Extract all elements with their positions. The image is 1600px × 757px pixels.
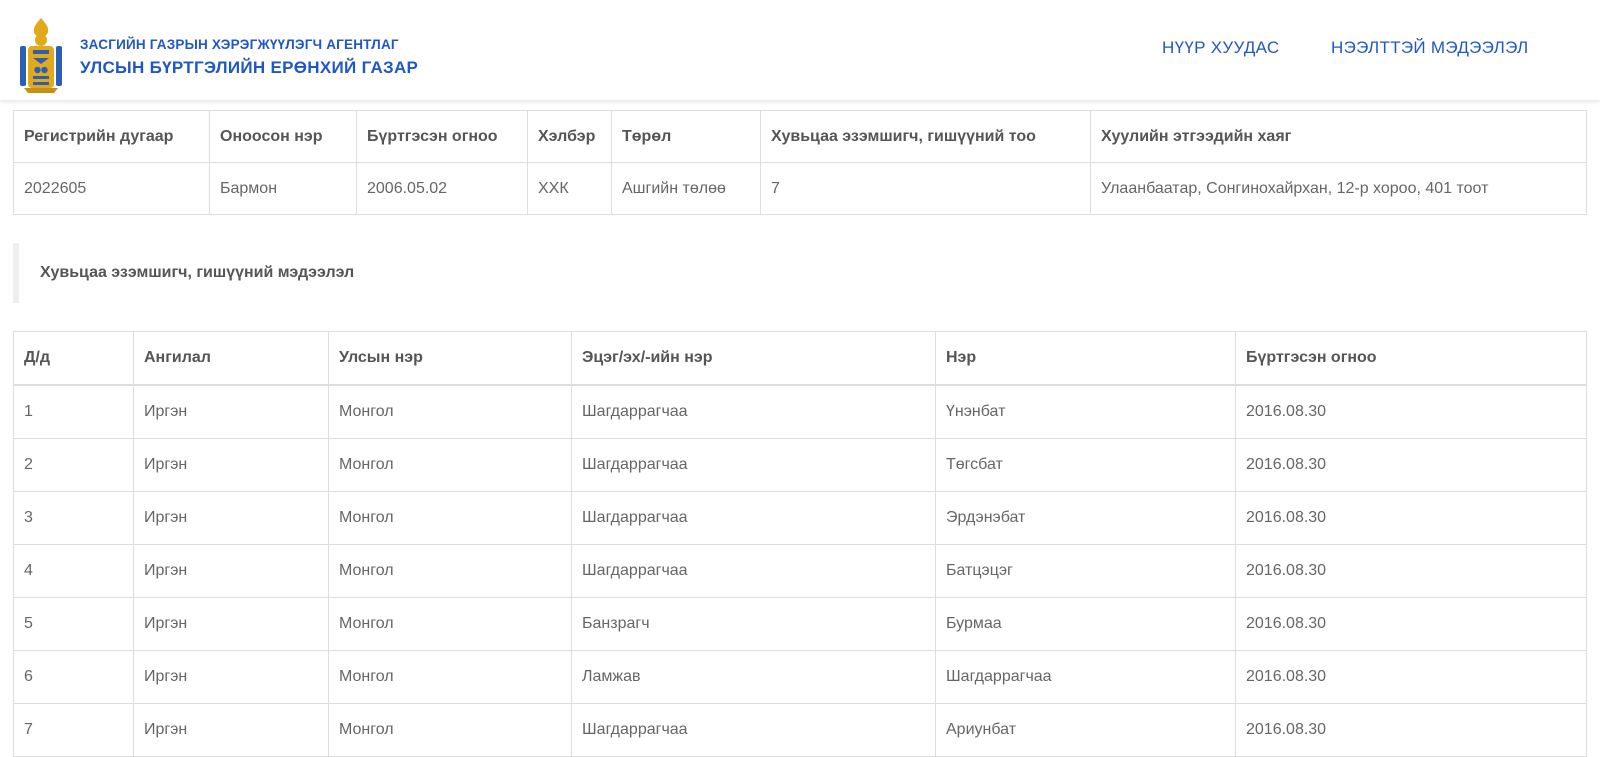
member-first-name: Шагдаррагчаа	[935, 650, 1236, 704]
member-first-name: Батцэцэг	[935, 544, 1236, 598]
company-form: ХХК	[527, 162, 612, 215]
members-table: Д/д Ангилал Улсын нэр Эцэг/эх/-ийн нэр Н…	[13, 331, 1587, 757]
col-category: Ангилал	[133, 331, 329, 386]
member-category: Иргэн	[133, 544, 329, 598]
org-name-line1: ЗАСГИЙН ГАЗРЫН ХЭРЭГЖҮҮЛЭГЧ АГЕНТЛАГ	[80, 37, 399, 52]
member-registered-date: 2016.08.30	[1235, 384, 1587, 439]
member-first-name: Үнэнбат	[935, 384, 1236, 439]
col-type: Төрөл	[611, 110, 761, 163]
member-index: 2	[13, 438, 134, 492]
member-index: 3	[13, 491, 134, 545]
member-registered-date: 2016.08.30	[1235, 703, 1587, 757]
member-registered-date: 2016.08.30	[1235, 650, 1587, 704]
legal-address: Улаанбаатар, Сонгинохайрхан, 12-р хороо,…	[1090, 162, 1587, 215]
table-row: 1 Иргэн Монгол Шагдаррагчаа Үнэнбат 2016…	[13, 384, 1587, 439]
site-header: ЗАСГИЙН ГАЗРЫН ХЭРЭГЖҮҮЛЭГЧ АГЕНТЛАГ УЛС…	[0, 0, 1600, 100]
member-parent-name: Банзрагч	[571, 597, 936, 651]
table-row: 4 Иргэн Монгол Шагдаррагчаа Батцэцэг 201…	[13, 544, 1587, 598]
member-registered-date: 2016.08.30	[1235, 491, 1587, 545]
table-row: 5 Иргэн Монгол Банзрагч Бурмаа 2016.08.3…	[13, 597, 1587, 651]
member-index: 7	[13, 703, 134, 757]
member-category: Иргэн	[133, 491, 329, 545]
col-index: Д/д	[13, 331, 134, 386]
member-parent-name: Шагдаррагчаа	[571, 438, 936, 492]
member-index: 6	[13, 650, 134, 704]
company-info-table: Регистрийн дугаар Оноосон нэр Бүртгэсэн …	[13, 110, 1587, 215]
member-parent-name: Шагдаррагчаа	[571, 703, 936, 757]
table-row: 2 Иргэн Монгол Шагдаррагчаа Төгсбат 2016…	[13, 438, 1587, 492]
member-country: Монгол	[328, 544, 572, 598]
company-name: Бармон	[209, 162, 357, 215]
company-type: Ашгийн төлөө	[611, 162, 761, 215]
table-row: 7 Иргэн Монгол Шагдаррагчаа Ариунбат 201…	[13, 703, 1587, 757]
member-index: 1	[13, 384, 134, 439]
col-country: Улсын нэр	[328, 331, 572, 386]
registered-date: 2006.05.02	[356, 162, 528, 215]
col-first-name: Нэр	[935, 331, 1236, 386]
org-name-line2: УЛСЫН БҮРТГЭЛИЙН ЕРӨНХИЙ ГАЗАР	[80, 58, 419, 77]
shareholder-count: 7	[760, 162, 1091, 215]
col-register-number: Регистрийн дугаар	[13, 110, 210, 163]
col-parent-name: Эцэг/эх/-ийн нэр	[571, 331, 936, 386]
member-index: 4	[13, 544, 134, 598]
table-row: 6 Иргэн Монгол Ламжав Шагдаррагчаа 2016.…	[13, 650, 1587, 704]
member-first-name: Эрдэнэбат	[935, 491, 1236, 545]
col-company-name: Оноосон нэр	[209, 110, 357, 163]
member-category: Иргэн	[133, 438, 329, 492]
member-country: Монгол	[328, 491, 572, 545]
company-info-row: 2022605 Бармон 2006.05.02 ХХК Ашгийн төл…	[13, 162, 1587, 215]
member-country: Монгол	[328, 384, 572, 439]
member-registered-date: 2016.08.30	[1235, 544, 1587, 598]
members-header-row: Д/д Ангилал Улсын нэр Эцэг/эх/-ийн нэр Н…	[13, 331, 1587, 386]
member-first-name: Төгсбат	[935, 438, 1236, 492]
member-country: Монгол	[328, 650, 572, 704]
member-registered-date: 2016.08.30	[1235, 597, 1587, 651]
col-shareholder-count: Хувьцаа эзэмшигч, гишүүний тоо	[760, 110, 1091, 163]
member-first-name: Ариунбат	[935, 703, 1236, 757]
member-country: Монгол	[328, 438, 572, 492]
org-name[interactable]: ЗАСГИЙН ГАЗРЫН ХЭРЭГЖҮҮЛЭГЧ АГЕНТЛАГ УЛС…	[80, 37, 418, 79]
section-title: Хувьцаа эзэмшигч, гишүүний мэдээлэл	[40, 264, 355, 281]
col-form: Хэлбэр	[527, 110, 612, 163]
soyombo-emblem-icon[interactable]	[16, 16, 66, 94]
member-parent-name: Шагдаррагчаа	[571, 491, 936, 545]
member-parent-name: Шагдаррагчаа	[571, 544, 936, 598]
member-category: Иргэн	[133, 650, 329, 704]
col-member-registered-date: Бүртгэсэн огноо	[1235, 331, 1587, 386]
member-category: Иргэн	[133, 597, 329, 651]
member-first-name: Бурмаа	[935, 597, 1236, 651]
member-country: Монгол	[328, 597, 572, 651]
nav-home-link[interactable]: НҮҮР ХУУДАС	[1162, 38, 1279, 58]
member-category: Иргэн	[133, 384, 329, 439]
member-country: Монгол	[328, 703, 572, 757]
member-parent-name: Ламжав	[571, 650, 936, 704]
nav-open-info-link[interactable]: НЭЭЛТТЭЙ МЭДЭЭЛЭЛ	[1331, 38, 1529, 58]
col-legal-address: Хуулийн этгээдийн хаяг	[1090, 110, 1587, 163]
member-parent-name: Шагдаррагчаа	[571, 384, 936, 439]
col-registered-date: Бүртгэсэн огноо	[356, 110, 528, 163]
member-index: 5	[13, 597, 134, 651]
register-number: 2022605	[13, 162, 210, 215]
table-row: 3 Иргэн Монгол Шагдаррагчаа Эрдэнэбат 20…	[13, 491, 1587, 545]
member-registered-date: 2016.08.30	[1235, 438, 1587, 492]
member-category: Иргэн	[133, 703, 329, 757]
company-info-header-row: Регистрийн дугаар Оноосон нэр Бүртгэсэн …	[13, 110, 1587, 163]
